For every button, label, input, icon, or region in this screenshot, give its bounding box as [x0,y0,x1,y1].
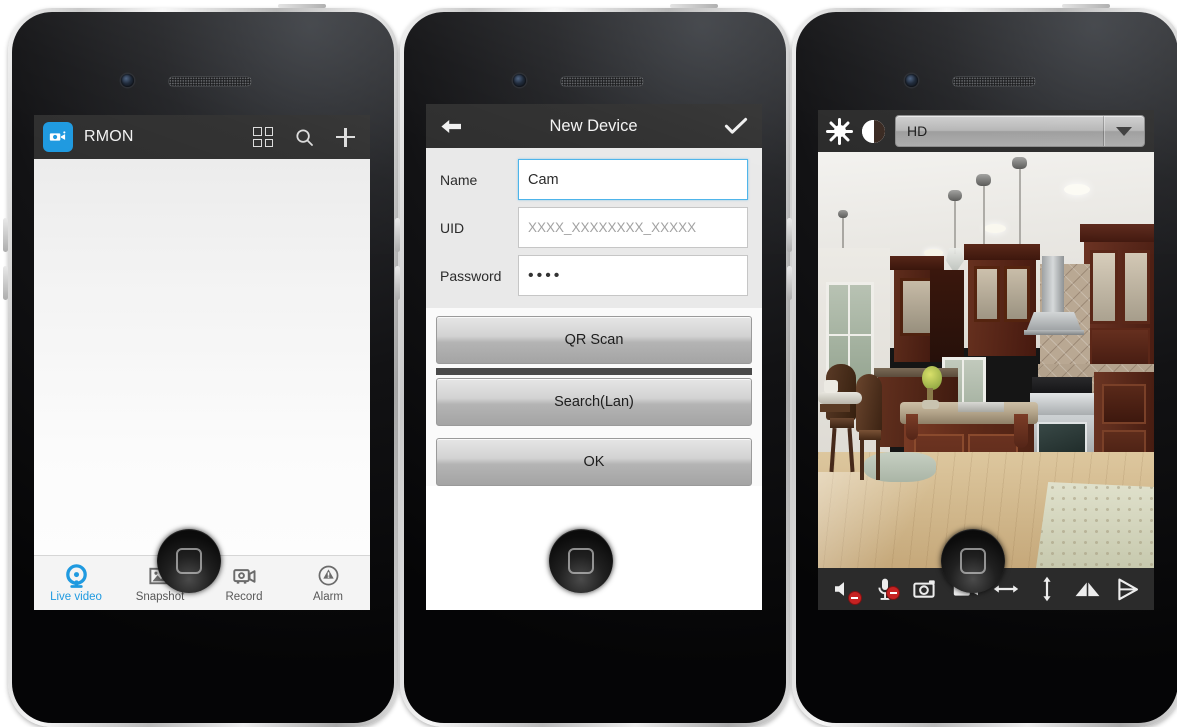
power-button[interactable] [1062,4,1110,8]
page-title: New Device [549,116,638,135]
microphone-muted-icon[interactable] [871,576,900,603]
quality-value: HD [907,123,928,139]
checkmark-icon[interactable] [724,116,748,136]
camera-icon[interactable] [912,576,939,603]
search-lan-button[interactable]: Search(Lan) [436,378,752,426]
contrast-icon[interactable] [862,119,885,143]
back-arrow-icon[interactable] [440,117,463,136]
plus-icon[interactable] [336,127,355,147]
video-top-bar: HD [818,110,1154,152]
tab-live-video[interactable]: Live video [34,556,118,610]
phone-1-glass: RMON Live video Snapshot Record Alarm [12,12,394,723]
phone-device-3: HD [787,4,1177,727]
tab-label: Live video [50,591,102,603]
quality-selector[interactable]: HD [895,115,1145,147]
tab-label: Alarm [312,591,344,603]
vertical-arrows-icon[interactable] [1033,576,1060,603]
front-camera [121,74,134,87]
form-row-uid: UID XXXX_XXXXXXXX_XXXXX [426,205,762,250]
phone-device-1: RMON Live video Snapshot Record Alarm [3,4,398,727]
front-camera [905,74,918,87]
phone-2-glass: New Device Name Cam UID XXXX_XXXXXXXX_XX… [404,12,786,723]
field-label: Name [440,171,478,188]
volume-up-button[interactable] [787,218,792,252]
app-bar: RMON [34,115,370,159]
button-separator [436,368,752,375]
tab-alarm[interactable]: Alarm [286,556,370,610]
name-input[interactable]: Cam [518,159,748,200]
home-button[interactable] [549,529,613,593]
field-label: UID [440,219,465,236]
earpiece-speaker [952,76,1036,87]
camcorder-app-icon [43,122,73,152]
volume-up-button[interactable] [3,218,8,252]
phone-device-2: New Device Name Cam UID XXXX_XXXXXXXX_XX… [395,4,790,727]
form-row-name: Name Cam [426,157,762,202]
volume-down-button[interactable] [3,266,8,300]
muted-badge [848,591,861,604]
chevron-down-icon [1104,126,1144,136]
form-row-password: Password •••• [426,253,762,298]
qr-scan-button[interactable]: QR Scan [436,316,752,364]
field-label: Password [440,267,502,284]
flip-play-icon[interactable] [1114,576,1141,603]
brightness-sun-icon[interactable] [826,117,853,145]
power-button[interactable] [670,4,718,8]
screenshot-stage: RMON Live video Snapshot Record Alarm Ne… [0,0,1177,727]
volume-up-button[interactable] [395,218,400,252]
app-bar-actions [253,127,361,148]
grid-view-icon[interactable] [253,127,273,147]
device-list-empty [34,159,370,556]
nav-bar: New Device [426,104,762,148]
device-form: Name Cam UID XXXX_XXXXXXXX_XXXXX Passwor… [426,148,762,308]
password-dots: •••• [528,266,563,284]
front-camera [513,74,526,87]
tab-label: Snapshot [135,591,185,603]
mirror-icon[interactable] [1074,576,1101,603]
uid-input[interactable]: XXXX_XXXXXXXX_XXXXX [518,207,748,248]
action-buttons: QR Scan Search(Lan) OK [426,308,762,486]
muted-badge [887,586,900,599]
search-icon[interactable] [294,127,315,148]
app-title: RMON [84,128,134,145]
volume-down-button[interactable] [395,266,400,300]
password-input[interactable]: •••• [518,255,748,296]
earpiece-speaker [168,76,252,87]
earpiece-speaker [560,76,644,87]
live-video-view[interactable] [818,152,1154,568]
home-button[interactable] [941,529,1005,593]
ok-button[interactable]: OK [436,438,752,486]
volume-down-button[interactable] [787,266,792,300]
power-button[interactable] [278,4,326,8]
phone-3-glass: HD [796,12,1177,723]
speaker-muted-icon[interactable] [831,576,861,604]
home-button[interactable] [157,529,221,593]
tab-label: Record [225,591,263,603]
